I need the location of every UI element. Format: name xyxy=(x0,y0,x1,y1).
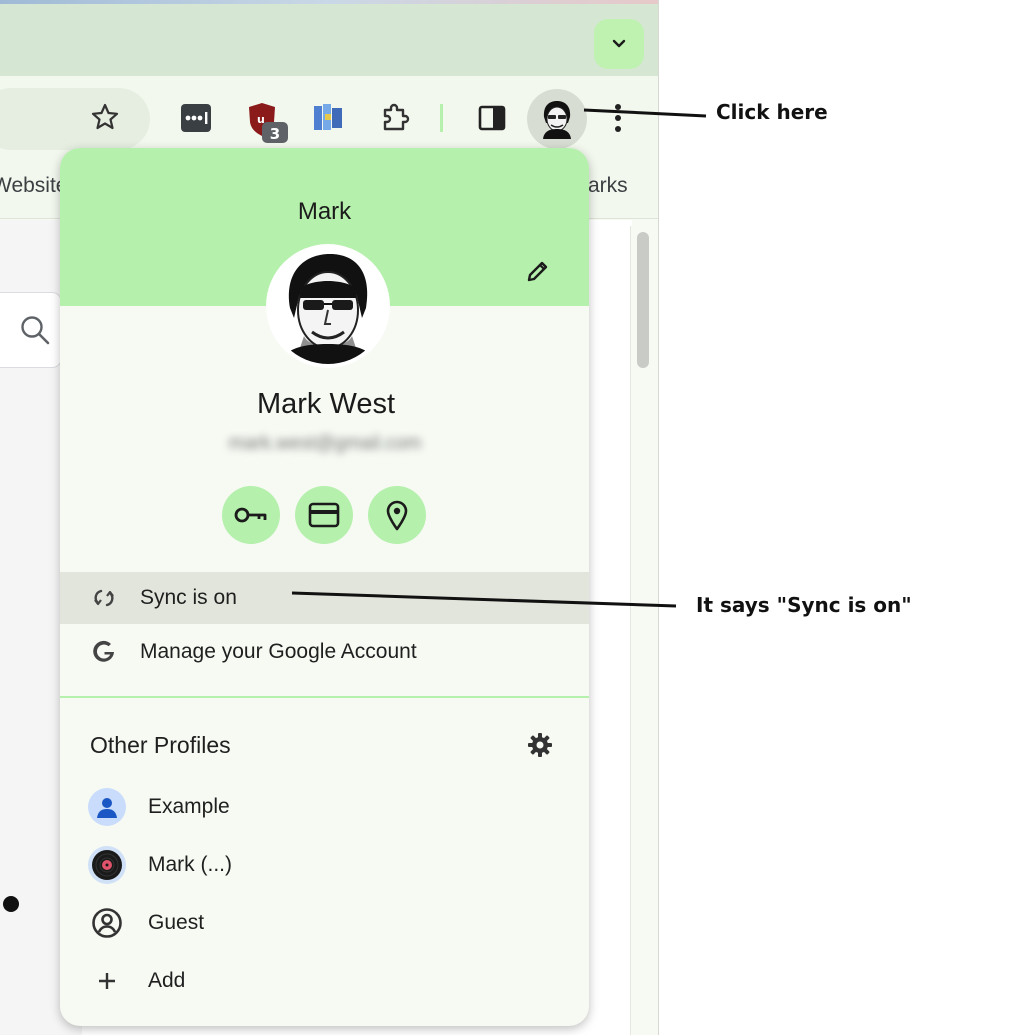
addresses-button[interactable] xyxy=(368,486,426,544)
pencil-icon xyxy=(527,261,548,282)
profile-photo-icon xyxy=(270,248,386,364)
profile-item-label: Mark (...) xyxy=(148,853,232,876)
profile-item-guest[interactable]: Guest xyxy=(60,898,589,948)
sync-icon xyxy=(90,584,118,612)
profile-photo-icon xyxy=(543,101,571,139)
section-divider xyxy=(60,696,589,698)
chrome-menu-button[interactable] xyxy=(606,102,630,134)
profile-avatar-button[interactable] xyxy=(527,89,587,149)
sync-status-label: Sync is on xyxy=(140,586,237,609)
browser-window: u 3 ebsite arks Mark Mark West mark.west… xyxy=(0,0,659,1035)
click-here-annotation: Click here xyxy=(716,100,828,124)
manage-profiles-button[interactable] xyxy=(525,730,555,760)
sync-status-row[interactable]: Sync is on xyxy=(60,572,589,624)
edit-profile-button[interactable] xyxy=(519,252,557,290)
credit-card-icon xyxy=(308,502,340,528)
address-bar[interactable] xyxy=(0,88,150,150)
lastpass-icon xyxy=(181,104,211,132)
chevron-down-icon xyxy=(612,39,626,48)
profile-menu: Mark Mark West mark.west@gmail.com Sync … xyxy=(60,148,589,1026)
plus-icon xyxy=(88,962,126,1000)
password-manager-extension-button[interactable] xyxy=(180,102,212,134)
page-search-box[interactable] xyxy=(0,292,62,368)
add-profile-item[interactable]: Add xyxy=(60,956,589,1006)
list-bullet xyxy=(3,896,19,912)
profile-item-example[interactable]: Example xyxy=(60,782,589,832)
side-panel-button[interactable] xyxy=(476,102,508,134)
location-pin-icon xyxy=(386,500,408,531)
ublock-extension-button[interactable]: u 3 xyxy=(246,100,290,144)
profile-photo-frame xyxy=(266,244,390,368)
search-icon xyxy=(21,316,50,345)
colorful-extension-button[interactable] xyxy=(312,102,344,134)
shield-icon: u 3 xyxy=(249,103,288,143)
side-panel-icon xyxy=(478,105,506,131)
sync-note-annotation: It says "Sync is on" xyxy=(696,593,912,617)
payment-methods-button[interactable] xyxy=(295,486,353,544)
manage-google-account-row[interactable]: Manage your Google Account xyxy=(60,626,589,678)
profile-item-label: Example xyxy=(148,795,230,818)
person-avatar-icon xyxy=(88,788,126,826)
scrollbar-thumb[interactable] xyxy=(637,232,649,368)
vinyl-record-avatar-icon xyxy=(88,846,126,884)
three-dots-vertical-icon xyxy=(615,104,621,132)
bookmark-star-button[interactable] xyxy=(88,100,122,134)
profile-header-name: Mark xyxy=(297,198,352,225)
bookmark-item[interactable]: Website xyxy=(0,174,67,198)
passwords-button[interactable] xyxy=(222,486,280,544)
profile-email: mark.west@gmail.com xyxy=(228,433,422,454)
bookmark-item[interactable]: arks xyxy=(588,174,628,198)
toolbar: u 3 xyxy=(0,76,658,156)
google-g-icon xyxy=(90,638,118,666)
toolbar-divider xyxy=(440,104,443,132)
profile-item-label: Add xyxy=(148,969,186,992)
extensions-button[interactable] xyxy=(378,100,412,134)
star-icon xyxy=(91,103,119,130)
extension-badge-count: 3 xyxy=(270,125,280,143)
profile-item-mark[interactable]: Mark (...) xyxy=(60,840,589,890)
tab-search-button[interactable] xyxy=(594,19,644,69)
key-icon xyxy=(234,507,267,523)
profile-full-name: Mark West xyxy=(256,388,396,420)
profile-item-label: Guest xyxy=(148,911,205,934)
manage-google-account-label: Manage your Google Account xyxy=(140,640,417,663)
blocks-extension-icon xyxy=(314,104,342,130)
page-scrollbar[interactable] xyxy=(630,226,657,1035)
gear-icon xyxy=(528,733,552,757)
profile-photo xyxy=(270,248,386,364)
guest-icon xyxy=(88,904,126,942)
other-profiles-heading: Other Profiles xyxy=(90,732,231,758)
puzzle-piece-icon xyxy=(383,103,410,131)
tab-strip xyxy=(0,4,658,76)
